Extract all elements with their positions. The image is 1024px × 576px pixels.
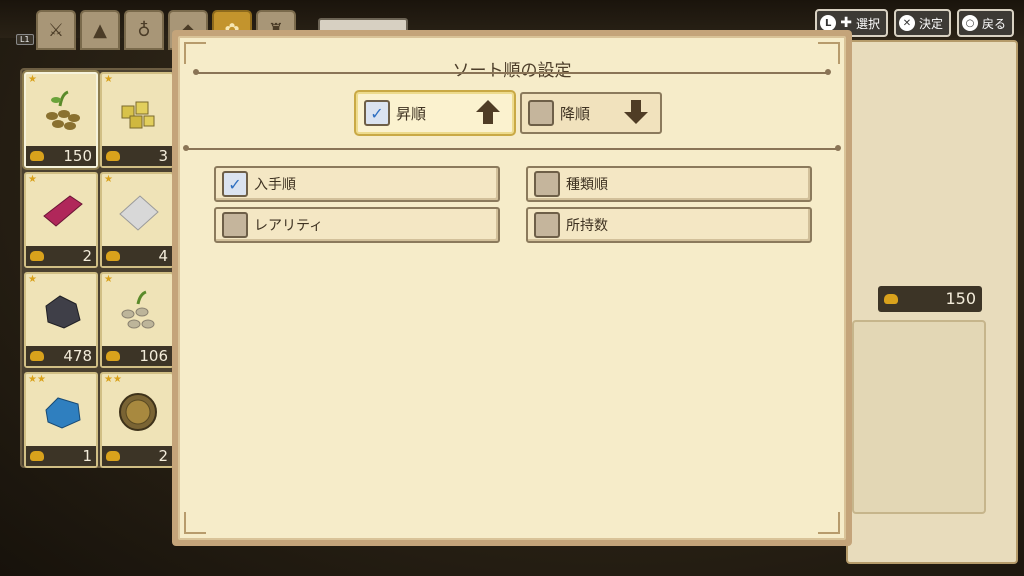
pebbles-icon [121, 290, 155, 329]
cross-button-icon: ✕ [898, 15, 915, 31]
descending-label: 降順 [560, 104, 591, 123]
rarity-star-icon: ★★ [104, 374, 122, 385]
brick-icon [43, 195, 83, 227]
item-grid: ★ 150 ★ 3 ★ 2 ★ 4 ★ 478 ★ 106 ★★ 1 ★★ 2 [20, 68, 176, 468]
dialog-title: ソート順の設定 [452, 61, 572, 81]
ascending-checkbox[interactable]: ✓ [364, 100, 390, 126]
item-count: 2 [102, 446, 172, 466]
item-count: 1 [26, 446, 96, 466]
item-slot[interactable]: ★ 150 [24, 72, 98, 168]
detail-quantity: 150 [878, 286, 982, 312]
bag-icon [106, 251, 120, 261]
sort-option-type[interactable]: 種類順 [526, 166, 812, 202]
rarity-label: レアリティ [254, 218, 324, 234]
confirm-hint[interactable]: ✕ 決定 [893, 9, 951, 37]
quantity-checkbox[interactable] [534, 212, 560, 238]
armor-tab[interactable]: ▲ [80, 10, 120, 50]
item-slot[interactable]: ★★ 2 [100, 372, 174, 468]
quantity-label: 所持数 [566, 218, 608, 234]
medal-icon [119, 393, 157, 431]
item-slot[interactable]: ★ 3 [100, 72, 174, 168]
item-count: 3 [102, 146, 172, 166]
ore-icon [45, 295, 81, 329]
confirm-label: 決定 [918, 16, 943, 31]
ascending-toggle[interactable]: ✓ 昇順 [356, 92, 514, 134]
arrow-down-icon [624, 100, 648, 124]
sort-option-rarity[interactable]: レアリティ [214, 207, 500, 243]
rarity-star-icon: ★ [104, 274, 113, 285]
sort-dialog-body: ソート順の設定 ✓ 昇順 降順 ✓ 入手順 種類順 レアリティ 所持数 [178, 36, 846, 540]
bag-icon [30, 251, 44, 261]
sort-option-quantity[interactable]: 所持数 [526, 207, 812, 243]
bag-icon [30, 451, 44, 461]
bag-icon [106, 451, 120, 461]
acquired-checkbox[interactable]: ✓ [222, 171, 248, 197]
circle-button-icon: ○ [961, 15, 978, 31]
weapon-tab[interactable]: ⚔ [36, 10, 76, 50]
bag-icon [884, 294, 898, 304]
sort-dialog: ソート順の設定 ✓ 昇順 降順 ✓ 入手順 種類順 レアリティ 所持数 [172, 30, 852, 546]
rarity-star-icon: ★ [28, 274, 37, 285]
back-hint[interactable]: ○ 戻る [956, 9, 1014, 37]
cloth-icon [119, 195, 159, 231]
rarity-checkbox[interactable] [222, 212, 248, 238]
rarity-star-icon: ★ [28, 174, 37, 185]
item-count: 4 [102, 246, 172, 266]
select-label: 選択 [855, 16, 880, 31]
item-slot[interactable]: ★★ 1 [24, 372, 98, 468]
rarity-star-icon: ★ [104, 74, 113, 85]
item-slot[interactable]: ★ 478 [24, 272, 98, 368]
bag-icon [106, 351, 120, 361]
gold-nuggets-icon [121, 101, 155, 129]
item-count: 478 [26, 346, 96, 366]
rarity-star-icon: ★ [28, 74, 37, 85]
title-divider [193, 69, 831, 75]
bag-icon [30, 351, 44, 361]
corner-ornament [818, 512, 840, 534]
item-slot[interactable]: ★ 2 [24, 172, 98, 268]
crystal-icon [45, 397, 81, 429]
corner-ornament [184, 512, 206, 534]
sort-option-acquired[interactable]: ✓ 入手順 [214, 166, 500, 202]
rarity-star-icon: ★★ [28, 374, 46, 385]
bag-icon [30, 151, 44, 161]
dpad-icon: ✚ [840, 15, 852, 31]
rarity-star-icon: ★ [104, 174, 113, 185]
back-label: 戻る [981, 16, 1006, 31]
item-count: 2 [26, 246, 96, 266]
item-count: 150 [26, 146, 96, 166]
item-slot[interactable]: ★ 106 [100, 272, 174, 368]
seeds-icon [46, 90, 80, 130]
potion-tab[interactable]: ♁ [124, 10, 164, 50]
section-divider [183, 145, 841, 151]
arrow-up-icon [476, 100, 500, 124]
ascending-label: 昇順 [396, 104, 427, 123]
item-slot[interactable]: ★ 4 [100, 172, 174, 268]
l-stick-icon: L [820, 15, 837, 31]
descending-toggle[interactable]: 降順 [520, 92, 662, 134]
type-label: 種類順 [566, 177, 608, 193]
bag-icon [106, 151, 120, 161]
item-count: 106 [102, 346, 172, 366]
descending-checkbox[interactable] [528, 100, 554, 126]
detail-description-box [852, 320, 986, 514]
type-checkbox[interactable] [534, 171, 560, 197]
acquired-label: 入手順 [254, 177, 296, 193]
l1-hint: L1 [16, 34, 34, 45]
